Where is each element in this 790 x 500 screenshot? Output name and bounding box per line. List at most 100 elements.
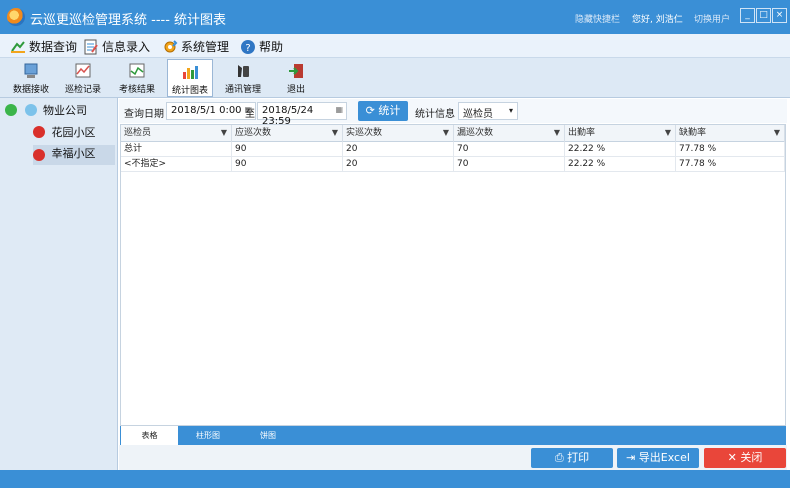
table-cell: 90 <box>232 142 343 157</box>
window-bottom <box>0 488 790 500</box>
view-tabs: 表格 柱形图 饼图 <box>120 426 786 445</box>
filter-icon[interactable]: ▼ <box>554 125 560 141</box>
menu-info-entry[interactable]: 信息录入 <box>83 38 150 54</box>
close-window-button[interactable]: × <box>772 8 787 23</box>
print-button[interactable]: ⎙ 打印 <box>531 448 613 468</box>
community-icon <box>33 149 45 161</box>
menu-bar: 数据查询 信息录入 系统管理 ? 帮助 <box>0 34 790 58</box>
maximize-button[interactable]: □ <box>756 8 771 23</box>
toolbar-inspection-record[interactable]: 巡检记录 <box>60 59 106 97</box>
table-cell: 22.22 % <box>565 142 676 157</box>
start-date-input[interactable]: 2018/5/1 0:00 ▦ <box>166 102 256 120</box>
close-button[interactable]: ✕ 关闭 <box>704 448 786 468</box>
table-cell: 22.22 % <box>565 157 676 172</box>
menu-help[interactable]: ? 帮助 <box>240 38 283 54</box>
column-header[interactable]: 出勤率 ▼ <box>565 125 676 142</box>
menu-label: 系统管理 <box>181 40 230 54</box>
column-header[interactable]: 应巡次数 ▼ <box>232 125 343 142</box>
column-header-label: 实巡次数 <box>346 128 383 138</box>
column-header[interactable]: 实巡次数 ▼ <box>343 125 454 142</box>
inspection-record-icon <box>75 63 91 78</box>
close-icon: ✕ <box>727 451 737 464</box>
table-cell: <不指定> <box>121 157 232 172</box>
hide-shortcuts-link[interactable]: 隐藏快捷栏 <box>575 12 620 25</box>
menu-data-query[interactable]: 数据查询 <box>10 38 77 54</box>
table-cell: 70 <box>454 142 565 157</box>
tab-bar-chart[interactable]: 柱形图 <box>182 426 234 445</box>
toolbar-assessment-result[interactable]: 考核结果 <box>114 59 160 97</box>
column-header-label: 缺勤率 <box>679 128 707 138</box>
collapse-icon[interactable] <box>5 104 17 116</box>
table-cell: 77.78 % <box>676 157 785 172</box>
info-label: 统计信息 <box>415 109 455 120</box>
end-date-input[interactable]: 2018/5/24 23:59 ▦ <box>257 102 347 127</box>
print-button-label: 打印 <box>567 451 590 464</box>
printer-icon: ⎙ <box>554 451 564 464</box>
tree-node-label: 花园小区 <box>51 126 96 139</box>
toolbar-label: 数据接收 <box>12 85 49 95</box>
column-header[interactable]: 漏巡次数 ▼ <box>454 125 565 142</box>
tree-node-label: 幸福小区 <box>51 147 96 160</box>
menu-label: 信息录入 <box>102 40 151 54</box>
statistics-button[interactable]: ⟳ 统计 <box>358 101 408 121</box>
minimize-button[interactable]: _ <box>740 8 755 23</box>
tab-pie-chart[interactable]: 饼图 <box>242 426 294 445</box>
svg-text:?: ? <box>245 43 250 54</box>
main-toolbar: 数据接收 巡检记录 考核结果 统计图表 通讯管理 退出 <box>0 58 790 98</box>
communication-icon <box>238 65 249 77</box>
statistics-table: 巡检员 ▼ 应巡次数 ▼ 实巡次数 ▼ 漏巡次数 ▼ 出勤率 ▼ 缺勤率 ▼ 总计 90 2… <box>120 124 786 426</box>
filter-icon[interactable]: ▼ <box>443 125 449 141</box>
company-icon <box>24 104 37 116</box>
tree-node-huayuan[interactable]: 花园小区 <box>33 124 115 144</box>
column-header-label: 巡检员 <box>124 128 152 138</box>
menu-label: 数据查询 <box>29 40 78 54</box>
filter-icon[interactable]: ▼ <box>332 125 338 141</box>
range-separator: 至 <box>245 109 255 120</box>
column-header[interactable]: 巡检员 ▼ <box>121 125 232 142</box>
tab-table[interactable]: 表格 <box>120 426 178 445</box>
toolbar-data-receive[interactable]: 数据接收 <box>8 59 54 97</box>
tree-node-root[interactable]: 物业公司 <box>5 102 115 122</box>
toolbar-exit[interactable]: 退出 <box>274 59 318 97</box>
status-bar <box>0 470 790 488</box>
close-button-label: 关闭 <box>740 451 763 464</box>
toolbar-communication[interactable]: 通讯管理 <box>220 59 266 97</box>
filter-icon[interactable]: ▼ <box>774 125 780 141</box>
tree-node-xingfu[interactable]: 幸福小区 <box>33 145 115 165</box>
filter-bar: 查询日期 2018/5/1 0:00 ▦ 至 2018/5/24 23:59 ▦… <box>119 99 787 127</box>
switch-user-link[interactable]: 切换用户 <box>694 12 730 25</box>
export-icon: ⇥ <box>626 451 636 464</box>
table-cell: 总计 <box>121 142 232 157</box>
toolbar-statistics-chart[interactable]: 统计图表 <box>167 59 213 97</box>
info-entry-icon <box>84 39 98 54</box>
export-excel-button[interactable]: ⇥ 导出Excel <box>617 448 699 468</box>
refresh-icon: ⟳ <box>365 104 375 117</box>
tree-node-label: 物业公司 <box>43 104 87 117</box>
data-receive-icon <box>24 63 38 78</box>
community-icon <box>33 126 45 138</box>
filter-icon[interactable]: ▼ <box>221 125 227 141</box>
org-tree: 物业公司 花园小区 幸福小区 <box>0 98 118 470</box>
table-row[interactable]: <不指定> 90 20 70 22.22 % 77.78 % <box>121 157 785 172</box>
calendar-icon[interactable]: ▦ <box>335 105 343 114</box>
toolbar-label: 退出 <box>286 85 305 95</box>
window-title: 云巡更巡检管理系统 ---- 统计图表 <box>30 13 227 28</box>
table-cell: 90 <box>232 157 343 172</box>
toolbar-label: 巡检记录 <box>64 85 101 95</box>
menu-system-settings[interactable]: 系统管理 <box>162 38 229 54</box>
statistics-button-label: 统计 <box>378 104 401 117</box>
start-date-value: 2018/5/1 0:00 <box>171 105 242 116</box>
table-header: 巡检员 ▼ 应巡次数 ▼ 实巡次数 ▼ 漏巡次数 ▼ 出勤率 ▼ 缺勤率 ▼ <box>121 125 785 142</box>
table-cell: 20 <box>343 142 454 157</box>
table-row[interactable]: 总计 90 20 70 22.22 % 77.78 % <box>121 142 785 157</box>
column-header[interactable]: 缺勤率 ▼ <box>676 125 785 142</box>
assessment-result-icon <box>129 63 145 78</box>
user-greeting: 您好, 刘浩仁 <box>632 15 683 25</box>
table-cell: 77.78 % <box>676 142 785 157</box>
data-query-icon <box>11 40 25 53</box>
info-select[interactable]: 巡检员 ▾ <box>458 102 518 120</box>
column-header-label: 漏巡次数 <box>457 128 494 138</box>
title-bar: 云巡更巡检管理系统 ---- 统计图表 隐藏快捷栏 您好, 刘浩仁 切换用户 _… <box>0 0 790 34</box>
menu-label: 帮助 <box>259 40 284 54</box>
filter-icon[interactable]: ▼ <box>665 125 671 141</box>
